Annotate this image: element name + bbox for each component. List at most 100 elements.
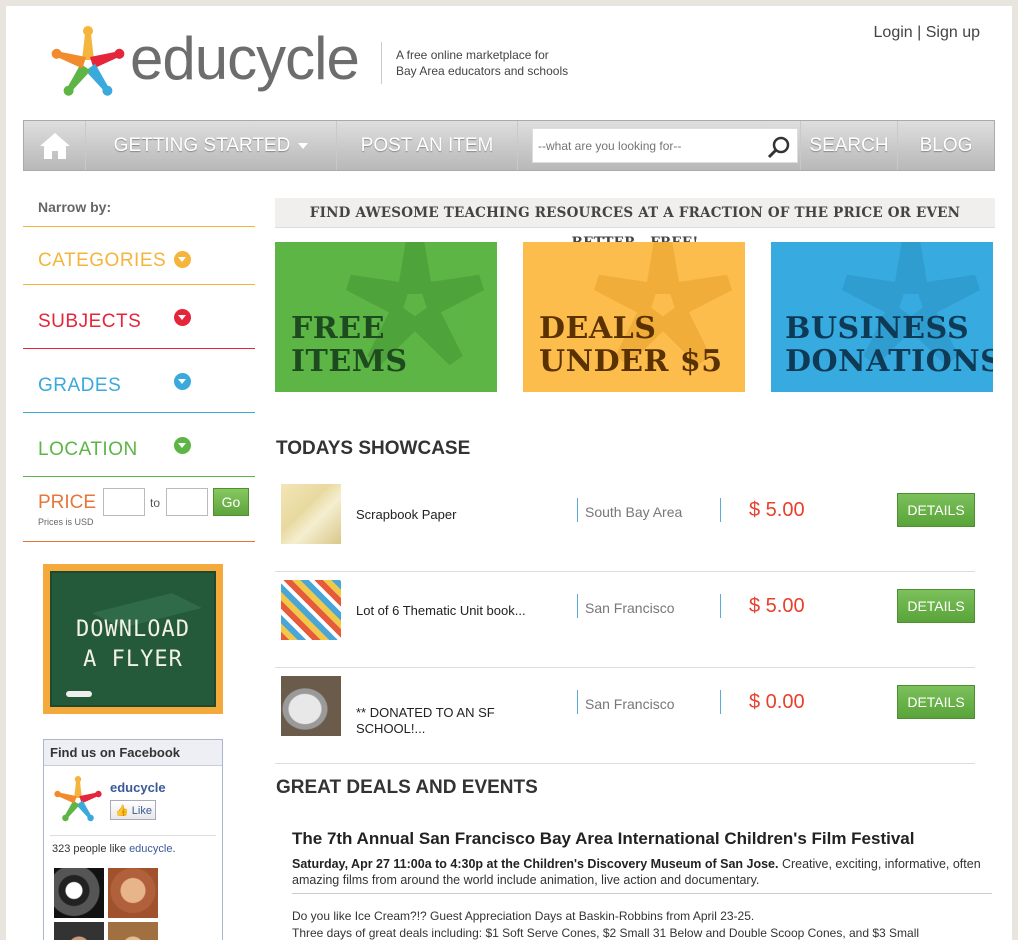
flyer-line: DOWNLOAD [76,617,190,642]
divider [23,412,255,413]
price-go-button[interactable]: Go [213,488,249,516]
promo-line: FREE [291,311,385,346]
auth-separator: | [917,24,922,41]
narrow-by-label: Narrow by: [38,199,112,215]
deals-events-title: GREAT DEALS AND EVENTS [276,777,538,798]
tagline: A free online marketplace for Bay Area e… [396,47,596,79]
promo-text: BUSINESS DONATIONS [785,312,993,378]
page: educycle A free online marketplace for B… [6,6,1012,940]
chevron-down-icon[interactable] [174,373,191,390]
details-button[interactable]: DETAILS [897,493,975,527]
facebook-page-link[interactable]: educycle [129,843,172,855]
price-label: PRICE [38,492,97,513]
divider [577,594,578,618]
educycle-logo-icon[interactable] [48,26,128,100]
educycle-logo-icon[interactable] [52,776,104,824]
search-icon[interactable] [767,135,791,159]
chevron-down-icon[interactable] [174,309,191,326]
item-name[interactable]: ** DONATED TO AN SF SCHOOL!... [356,705,546,737]
free-items-tile[interactable]: FREE ITEMS [275,242,497,392]
nav-post-item[interactable]: POST AN ITEM [337,121,518,170]
search-button[interactable]: SEARCH [800,121,898,170]
promo-text: DEALS UNDER $5 [539,312,723,378]
chevron-down-icon[interactable] [174,437,191,454]
facebook-like-count: 323 people like educycle. [52,843,176,855]
avatar[interactable] [54,922,104,940]
promo-line: DEALS [539,311,657,346]
chevron-down-icon [298,142,309,149]
like-label: Like [131,805,152,817]
divider [720,690,721,714]
main-nav: GETTING STARTED POST AN ITEM SEARCH BLOG [23,120,995,171]
promo-line: UNDER $5 [539,344,723,379]
tagline-line: Bay Area educators and schools [396,64,569,78]
filter-subjects[interactable]: SUBJECTS [38,311,141,333]
divider [23,541,255,542]
filter-categories[interactable]: CATEGORIES [38,250,166,272]
item-name[interactable]: Scrapbook Paper [356,507,546,523]
price-note: Prices is USD [38,517,94,527]
login-link[interactable]: Login [874,24,913,41]
avatar[interactable] [108,922,158,940]
deals-under-5-tile[interactable]: DEALS UNDER $5 [523,242,745,392]
item-thumbnail[interactable] [281,484,341,544]
item-thumbnail[interactable] [281,676,341,736]
nav-getting-started[interactable]: GETTING STARTED [86,121,337,170]
facebook-page-name[interactable]: educycle [110,780,166,795]
facebook-like-button[interactable]: 👍 Like [110,800,156,820]
event-text: Do you like Ice Cream?!? Guest Appreciat… [292,909,755,923]
home-icon [39,133,70,159]
divider [577,498,578,522]
event-description: Do you like Ice Cream?!? Guest Appreciat… [292,908,992,940]
divider [577,690,578,714]
search-input[interactable] [533,129,758,162]
item-name[interactable]: Lot of 6 Thematic Unit book... [356,603,546,619]
filter-grades[interactable]: GRADES [38,375,121,397]
divider [23,476,255,477]
nav-getting-started-label: GETTING STARTED [113,135,291,156]
promo-line: ITEMS [291,344,408,379]
promo-banner: FIND AWESOME TEACHING RESOURCES AT A FRA… [275,198,995,251]
event-title[interactable]: The 7th Annual San Francisco Bay Area In… [292,829,914,849]
item-location: San Francisco [585,600,675,616]
event-text: Three days of great deals including: $1 … [292,926,920,940]
price-to-label: to [150,496,161,510]
header-divider [381,42,382,84]
item-location: San Francisco [585,696,675,712]
business-donations-tile[interactable]: BUSINESS DONATIONS [771,242,993,392]
divider [23,284,255,285]
item-location: South Bay Area [585,504,683,520]
nav-home[interactable] [24,121,86,170]
nav-blog[interactable]: BLOG [898,121,994,170]
flyer-line: A FLYER [83,647,183,672]
chalkboard: DOWNLOAD A FLYER [50,571,216,707]
flyer-text: DOWNLOAD A FLYER [52,615,214,675]
details-button[interactable]: DETAILS [897,589,975,623]
filter-location[interactable]: LOCATION [38,439,138,461]
signup-link[interactable]: Sign up [926,24,980,41]
avatar[interactable] [54,868,104,918]
divider [23,348,255,349]
divider [720,594,721,618]
like-count-suffix: . [172,843,176,855]
download-flyer-button[interactable]: DOWNLOAD A FLYER [43,564,223,714]
price-max-input[interactable] [166,488,208,516]
event-date: Saturday, Apr 27 11:00a to 4:30p at the … [292,857,779,871]
event-description: Saturday, Apr 27 11:00a to 4:30p at the … [292,856,992,888]
facebook-widget: Find us on Facebook educycle 👍 Like 323 … [43,739,223,940]
chevron-down-icon[interactable] [174,251,191,268]
promo-text: FREE ITEMS [291,312,408,378]
thumbs-up-icon: 👍 [115,805,129,817]
details-button[interactable]: DETAILS [897,685,975,719]
list-item: Lot of 6 Thematic Unit book... San Franc… [275,572,975,668]
item-thumbnail[interactable] [281,580,341,640]
promo-line: DONATIONS [785,344,993,379]
price-min-input[interactable] [103,488,145,516]
item-price: $ 5.00 [749,499,805,521]
facebook-heading: Find us on Facebook [44,740,222,766]
brand-name[interactable]: educycle [130,28,360,90]
avatar[interactable] [108,868,158,918]
divider [50,835,216,836]
item-price: $ 0.00 [749,691,805,713]
divider [292,893,992,894]
